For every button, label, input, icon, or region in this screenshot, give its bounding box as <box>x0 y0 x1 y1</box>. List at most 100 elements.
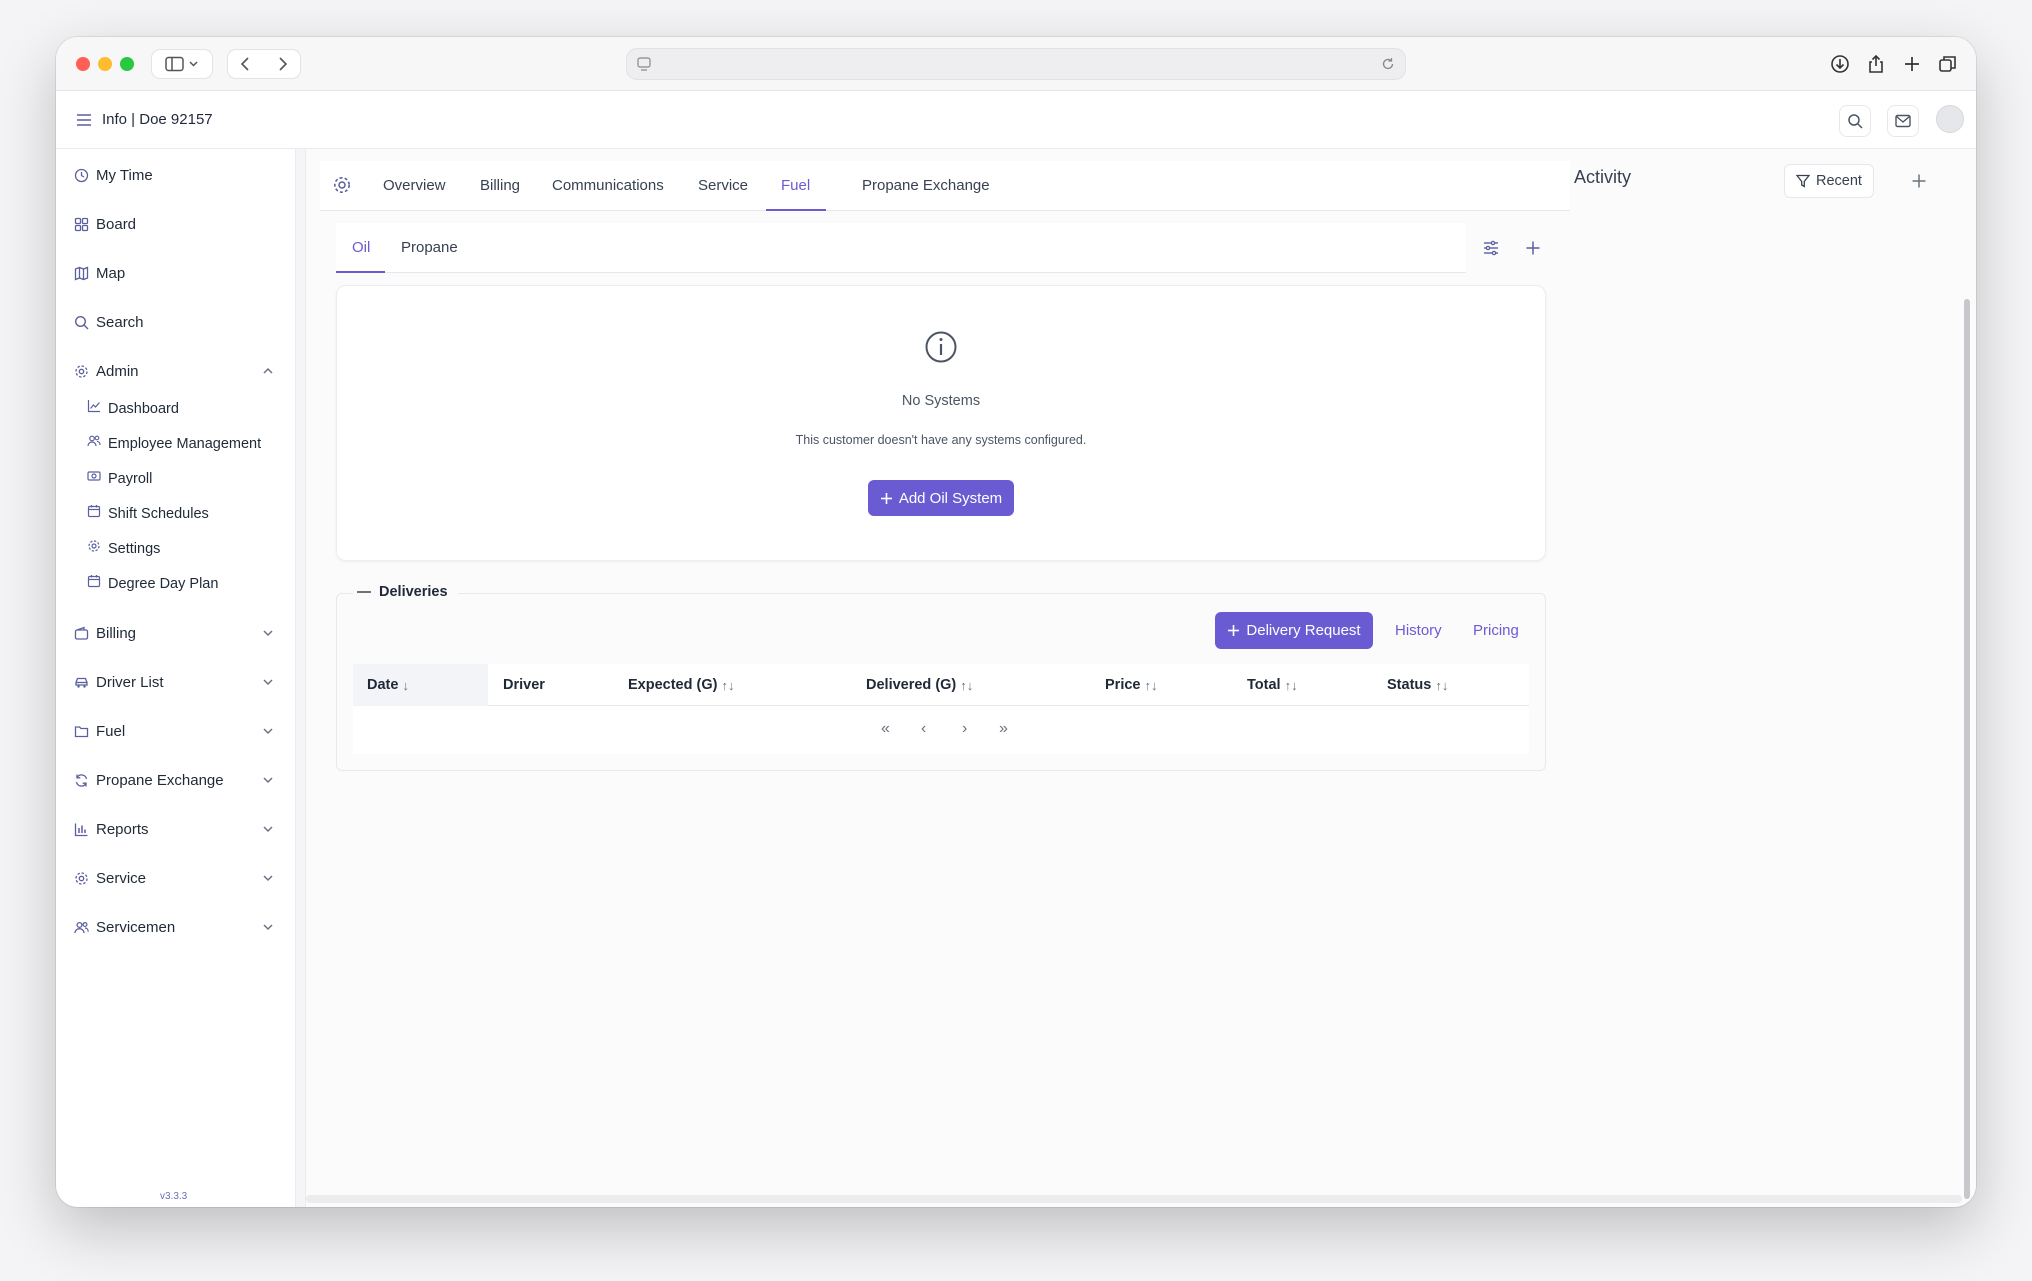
chevron-down-icon[interactable] <box>260 674 276 690</box>
fuel-subtabs: Oil Propane <box>336 223 1466 273</box>
column-status[interactable]: Status ↑↓ <box>1387 677 1448 693</box>
subtab-oil[interactable]: Oil <box>352 239 370 256</box>
page-settings-icon[interactable] <box>637 57 651 71</box>
tab-overview[interactable]: Overview <box>383 177 446 194</box>
tab-propane-exchange[interactable]: Propane Exchange <box>862 177 990 194</box>
sidebar-subitem-shift-schedules[interactable]: Shift Schedules <box>86 503 209 525</box>
back-icon[interactable] <box>234 56 294 72</box>
activity-filter-button[interactable]: Recent <box>1784 164 1874 198</box>
download-icon <box>1831 55 1849 73</box>
tab-billing[interactable]: Billing <box>480 177 520 194</box>
sidebar-item-billing[interactable]: Billing <box>72 621 276 645</box>
next-page-button[interactable]: › <box>962 720 967 738</box>
sidebar-item-label: My Time <box>96 166 153 184</box>
sidebar-item-search[interactable]: Search <box>72 310 276 334</box>
user-avatar[interactable] <box>1936 105 1964 133</box>
plus-icon <box>880 492 892 504</box>
browser-window: Info | Doe 92157 My Time Board Map Searc… <box>56 37 1976 1207</box>
close-window-button[interactable] <box>76 57 90 71</box>
column-expected[interactable]: Expected (G) ↑↓ <box>628 677 734 693</box>
deliveries-section: Deliveries Delivery Request History Pric… <box>336 584 1546 771</box>
sliders-icon[interactable] <box>1482 239 1500 257</box>
share-button[interactable] <box>1863 51 1889 77</box>
sidebar-item-label: Search <box>96 313 144 331</box>
messages-button[interactable] <box>1887 105 1919 137</box>
tab-communications[interactable]: Communications <box>552 177 664 194</box>
sidebar-item-my-time[interactable]: My Time <box>72 163 276 187</box>
delivery-request-button[interactable]: Delivery Request <box>1215 612 1373 649</box>
chevron-down-icon[interactable] <box>260 870 276 886</box>
minimize-window-button[interactable] <box>98 57 112 71</box>
sidebar-toggle-button[interactable] <box>152 50 212 78</box>
sidebar-subitem-settings[interactable]: Settings <box>86 538 160 560</box>
column-total[interactable]: Total ↑↓ <box>1247 677 1298 693</box>
sidebar-item-label: Board <box>96 215 137 233</box>
add-oil-system-button[interactable]: Add Oil System <box>868 480 1014 516</box>
sidebar-subitem-dashboard[interactable]: Dashboard <box>86 398 179 420</box>
info-icon <box>925 331 957 363</box>
reload-icon[interactable] <box>1381 57 1395 71</box>
address-bar[interactable] <box>627 49 1405 79</box>
delivery-request-label: Delivery Request <box>1246 622 1361 639</box>
previous-page-button[interactable]: ‹ <box>921 720 926 738</box>
sidebar-item-servicemen[interactable]: Servicemen <box>72 915 276 939</box>
sidebar-subitem-label: Dashboard <box>108 401 179 417</box>
active-subtab-indicator <box>336 271 385 273</box>
chevron-down-icon[interactable] <box>260 821 276 837</box>
new-tab-button[interactable] <box>1899 51 1925 77</box>
chevron-down-icon[interactable] <box>260 772 276 788</box>
add-activity-button[interactable] <box>1906 168 1932 194</box>
plus-icon <box>1912 174 1926 188</box>
chevron-down-icon[interactable] <box>260 723 276 739</box>
global-search-button[interactable] <box>1839 105 1871 137</box>
sort-icon: ↑↓ <box>1284 677 1298 693</box>
share-icon <box>1869 54 1883 73</box>
chevron-down-icon[interactable] <box>260 919 276 935</box>
subtab-propane[interactable]: Propane <box>401 239 458 256</box>
zoom-window-button[interactable] <box>120 57 134 71</box>
map-icon <box>72 264 90 282</box>
column-label: Price <box>1105 677 1141 693</box>
sidebar-item-reports[interactable]: Reports <box>72 817 276 841</box>
deliveries-legend[interactable]: Deliveries <box>353 584 458 600</box>
sidebar-resize-handle[interactable] <box>296 149 306 1207</box>
sidebar-item-board[interactable]: Board <box>72 212 276 236</box>
sidebar-item-label: Fuel <box>96 722 126 740</box>
last-page-button[interactable]: » <box>999 720 1008 738</box>
vertical-scrollbar[interactable] <box>1964 299 1970 1199</box>
sidebar-item-driver-list[interactable]: Driver List <box>72 670 276 694</box>
history-link[interactable]: History <box>1395 622 1442 639</box>
plus-icon <box>1905 57 1919 71</box>
sidebar-subitem-degree-day-plan[interactable]: Degree Day Plan <box>86 573 218 595</box>
sidebar-item-propane-exchange[interactable]: Propane Exchange <box>72 768 276 792</box>
hamburger-menu-icon[interactable] <box>76 113 92 127</box>
bar-chart-icon <box>72 820 90 838</box>
search-icon <box>1848 114 1863 129</box>
horizontal-scrollbar[interactable] <box>306 1195 1962 1203</box>
sidebar-item-fuel[interactable]: Fuel <box>72 719 276 743</box>
first-page-button[interactable]: « <box>881 720 890 738</box>
pricing-link[interactable]: Pricing <box>1473 622 1519 639</box>
add-oil-system-label: Add Oil System <box>898 489 1003 507</box>
tab-fuel[interactable]: Fuel <box>781 177 810 194</box>
sidebar-item-map[interactable]: Map <box>72 261 276 285</box>
sidebar-subitem-payroll[interactable]: Payroll <box>86 468 152 490</box>
column-delivered[interactable]: Delivered (G) ↑↓ <box>866 677 973 693</box>
main-content: Overview Billing Communications Service … <box>306 149 1976 1207</box>
sidebar-subitem-employee-management[interactable]: Employee Management <box>86 433 261 455</box>
chevron-up-icon[interactable] <box>260 363 276 379</box>
chevron-down-icon[interactable] <box>260 625 276 641</box>
tab-service[interactable]: Service <box>698 177 748 194</box>
column-date[interactable]: Date ↓ <box>367 677 409 693</box>
downloads-button[interactable] <box>1827 51 1853 77</box>
gear-icon[interactable] <box>332 175 352 195</box>
column-price[interactable]: Price ↑↓ <box>1105 677 1157 693</box>
plus-icon[interactable] <box>1525 240 1541 256</box>
column-label: Status <box>1387 677 1432 693</box>
app-header: Info | Doe 92157 <box>56 91 1976 149</box>
collapse-icon <box>357 591 371 593</box>
sidebar-item-service[interactable]: Service <box>72 866 276 890</box>
tab-overview-button[interactable] <box>1935 51 1961 77</box>
sidebar-item-admin[interactable]: Admin <box>72 359 276 383</box>
column-driver[interactable]: Driver <box>503 677 545 693</box>
